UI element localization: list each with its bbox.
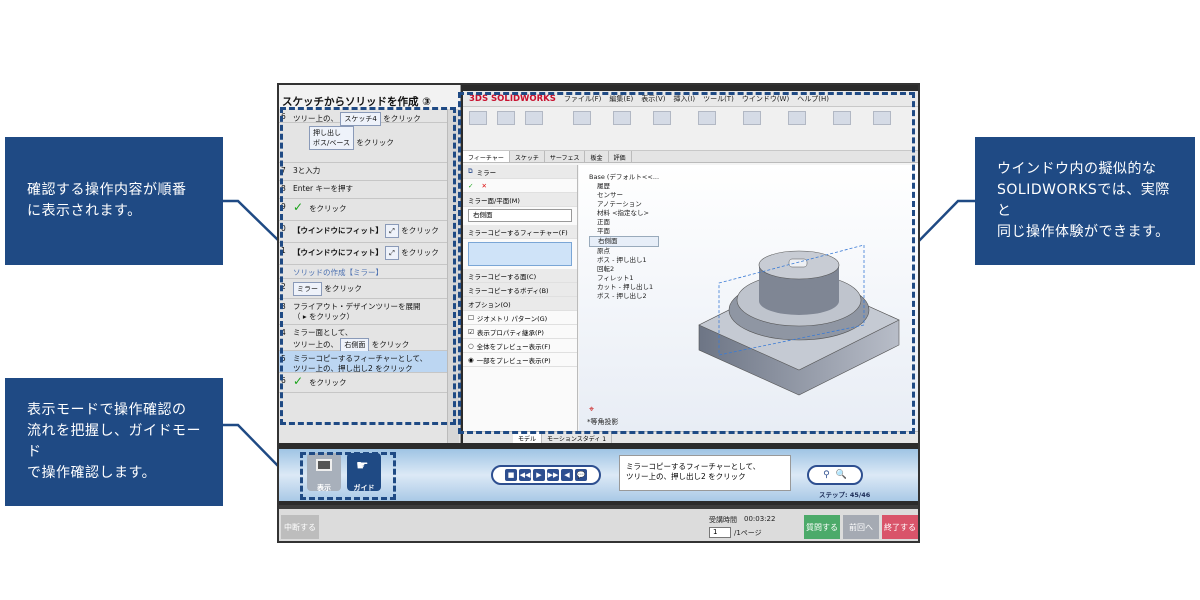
callout-right: ウインドウ内の擬似的な SOLIDWORKSでは、実際と 同じ操作体験ができます… (975, 137, 1195, 265)
page-suffix: /1ページ (734, 529, 762, 537)
play-icon[interactable]: ▶ (533, 469, 545, 481)
finish-button[interactable]: 終了する (882, 515, 918, 539)
callout-left-bottom: 表示モードで操作確認の 流れを把握し、ガイドモード で操作確認します。 (5, 378, 223, 506)
speech-bubble-icon[interactable]: 💬 (575, 469, 587, 481)
suspend-button[interactable]: 中断する (281, 515, 319, 539)
ask-question-button[interactable]: 質問する (804, 515, 840, 539)
elapsed-time: 00:03:22 (744, 515, 776, 523)
hint-tools: ⚲ 🔍 (807, 465, 863, 485)
rewind-icon[interactable]: ◀◀ (519, 469, 531, 481)
fast-forward-icon[interactable]: ▶▶ (547, 469, 559, 481)
page-select[interactable]: 1 (709, 527, 731, 538)
playback-controls: ■ ◀◀ ▶ ▶▶ ◀ 💬 (491, 465, 601, 485)
guide-title: スケッチからソリッドを作成 ③ (279, 85, 460, 109)
elapsed-label: 受講時間 (709, 516, 737, 524)
step-counter: ステップ: 45/46 (819, 491, 871, 499)
hint-icon[interactable]: ⚲ (823, 470, 830, 480)
highlight-solidworks-window (458, 92, 915, 434)
previous-button[interactable]: 前回へ (843, 515, 879, 539)
highlight-mode-buttons (300, 452, 396, 500)
callout-left-top: 確認する操作内容が順番 に表示されます。 (5, 137, 223, 265)
instruction-message: ミラーコピーするフィーチャーとして、 ツリー上の、押し出し2 をクリック (619, 455, 791, 491)
stop-icon[interactable]: ■ (505, 469, 517, 481)
zoom-icon[interactable]: 🔍 (836, 470, 847, 480)
volume-icon[interactable]: ◀ (561, 469, 573, 481)
footer-bar: 中断する 受講時間 00:03:22 1 /1ページ 質問する 前回へ 終了する (279, 505, 918, 541)
highlight-guide-panel (280, 107, 456, 425)
